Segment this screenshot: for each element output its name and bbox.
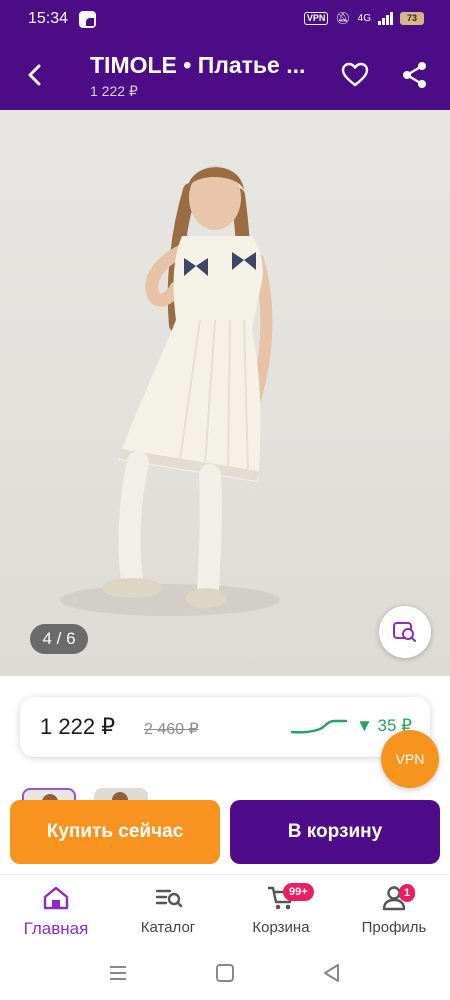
signal-icon bbox=[378, 11, 393, 25]
network-type: 4G bbox=[357, 12, 371, 24]
price-trend-icon bbox=[290, 719, 348, 734]
heart-icon bbox=[341, 62, 369, 87]
current-price: 1 222 ₽ bbox=[40, 714, 116, 739]
back-triangle-icon[interactable] bbox=[320, 962, 344, 984]
system-navigation-bar bbox=[0, 946, 450, 1000]
app-notification-icon bbox=[79, 11, 96, 28]
back-button[interactable] bbox=[18, 58, 52, 92]
header-price: 1 222 ₽ bbox=[90, 83, 138, 99]
image-search-icon bbox=[393, 622, 416, 642]
nav-item-cart[interactable]: 99+ Корзина bbox=[231, 875, 331, 947]
product-photo bbox=[60, 166, 280, 616]
catalog-search-icon bbox=[155, 889, 183, 908]
product-image-gallery[interactable]: 4 / 6 bbox=[0, 110, 450, 676]
nav-item-home[interactable]: Главная bbox=[6, 875, 106, 947]
visual-search-button[interactable] bbox=[379, 606, 431, 658]
nav-item-catalog[interactable]: Каталог bbox=[118, 875, 218, 947]
status-time: 15:34 bbox=[28, 10, 69, 27]
nav-label: Главная bbox=[23, 919, 89, 938]
favorite-button[interactable] bbox=[338, 58, 372, 92]
status-icons: VPN 🔕︎ 4G 73 bbox=[303, 11, 424, 25]
image-counter: 4 / 6 bbox=[30, 624, 88, 654]
profile-badge: 1 bbox=[399, 884, 416, 902]
nav-label: Каталог bbox=[140, 919, 196, 936]
nav-item-profile[interactable]: 1 Профиль bbox=[344, 875, 444, 947]
recent-apps-icon[interactable] bbox=[106, 962, 130, 984]
add-to-cart-button[interactable]: В корзину bbox=[230, 800, 440, 864]
nav-label: Профиль bbox=[361, 919, 427, 936]
product-title: TIMOLE • Платье ... bbox=[90, 52, 306, 78]
home-square-icon[interactable] bbox=[213, 962, 237, 984]
bottom-navigation: Главная Каталог 99+ Корзина 1 Профиль bbox=[0, 874, 450, 946]
share-button[interactable] bbox=[398, 58, 432, 92]
home-icon bbox=[43, 886, 69, 910]
app-bar: TIMOLE • Платье ... 1 222 ₽ bbox=[0, 40, 450, 110]
status-bar: 15:34 VPN 🔕︎ 4G 73 bbox=[0, 0, 450, 40]
back-arrow-icon bbox=[28, 64, 41, 86]
old-price: 2 460 ₽ bbox=[144, 721, 199, 738]
mute-icon: 🔕︎ bbox=[335, 11, 351, 25]
vpn-floating-button[interactable]: VPN bbox=[381, 730, 439, 788]
price-card[interactable]: 1 222 ₽ 2 460 ₽ ▼ 35 ₽ bbox=[20, 697, 430, 757]
title-block: TIMOLE • Платье ... 1 222 ₽ bbox=[90, 52, 330, 100]
vpn-status-icon: VPN bbox=[303, 11, 329, 25]
share-icon bbox=[403, 62, 426, 88]
nav-label: Корзина bbox=[252, 919, 310, 936]
battery-icon: 73 bbox=[400, 11, 424, 25]
cart-badge: 99+ bbox=[283, 883, 314, 901]
buy-now-button[interactable]: Купить сейчас bbox=[10, 800, 220, 864]
